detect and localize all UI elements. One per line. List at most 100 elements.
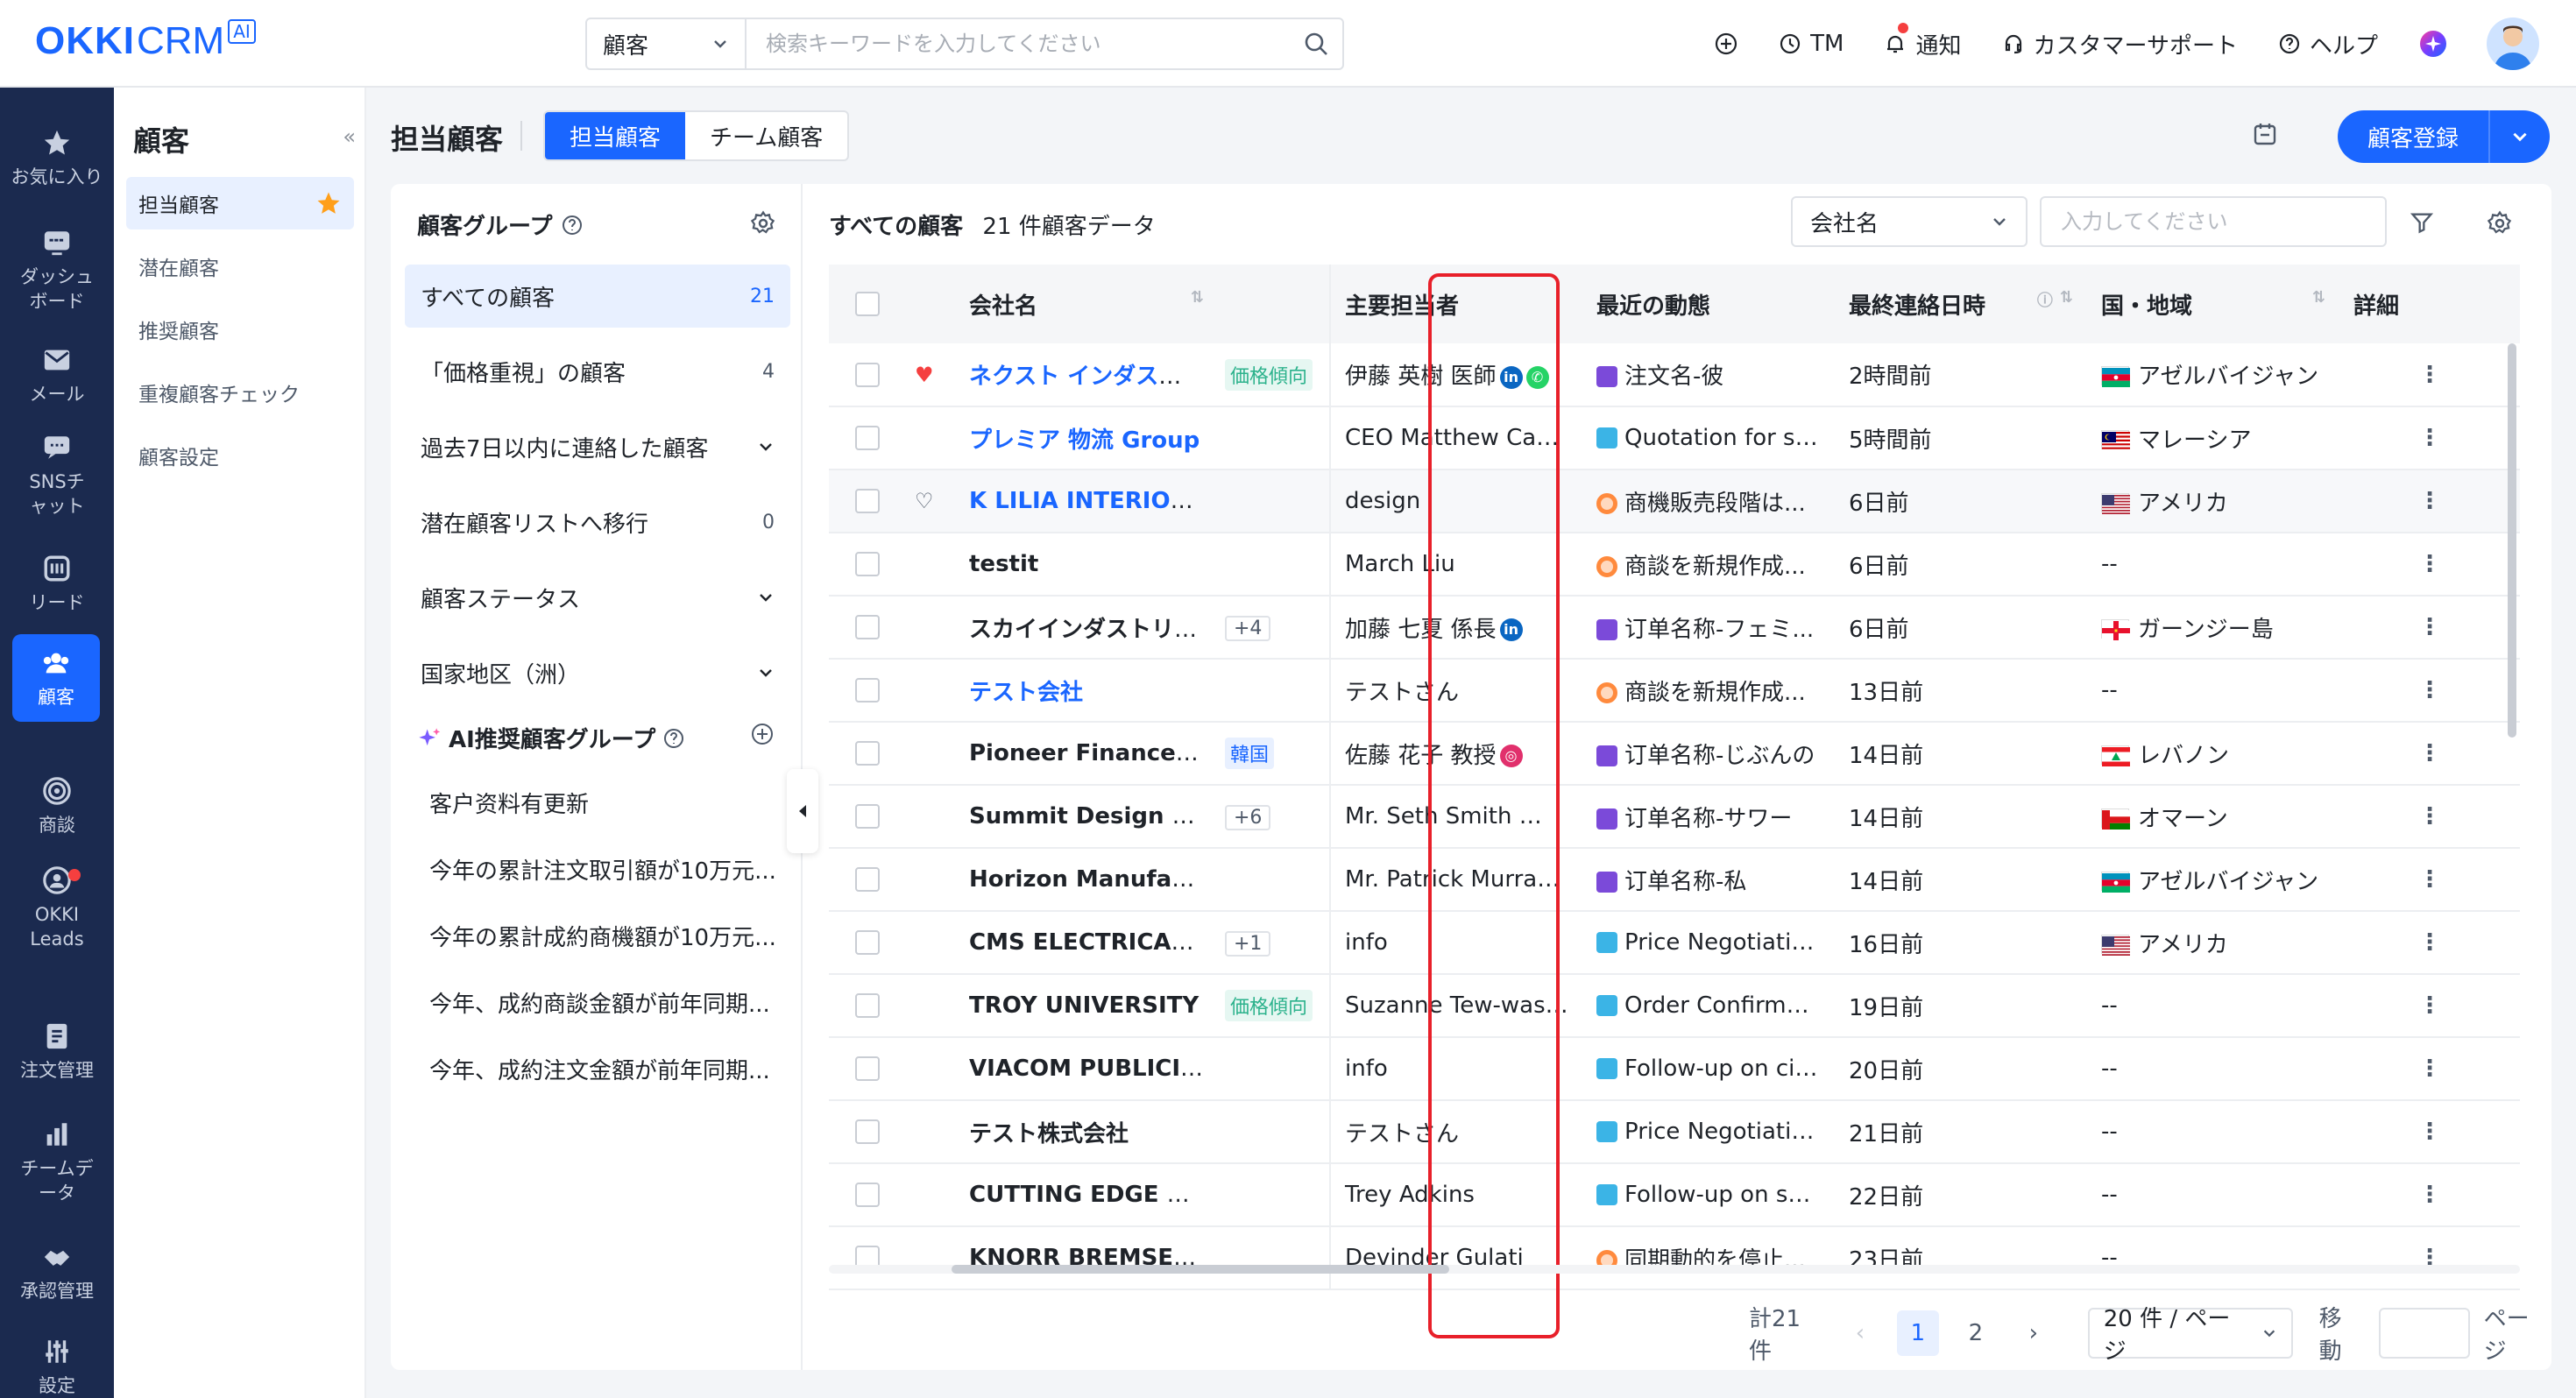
more-vertical-icon[interactable]: ⋮: [2418, 992, 2441, 1019]
nav-mail[interactable]: メール: [0, 343, 114, 406]
question-circle-icon[interactable]: [662, 727, 685, 750]
activity-cell[interactable]: 订单名称-私: [1582, 848, 1835, 912]
help-button[interactable]: ヘルプ: [2278, 28, 2378, 60]
group-price-focused[interactable]: 「価格重視」の顧客 4: [405, 340, 790, 403]
star-filled-icon[interactable]: [315, 190, 342, 216]
activity-cell[interactable]: 商談を新規作成...: [1582, 533, 1835, 597]
nav-customers[interactable]: 顧客: [12, 634, 100, 722]
row-checkbox[interactable]: [855, 1183, 880, 1207]
table-row[interactable]: ♥ネクスト インダストリーズ Inc.価格傾向伊藤 英樹 医師in✆注文名-彼2…: [829, 343, 2520, 407]
company-name[interactable]: TROY UNIVERSITY: [969, 992, 1199, 1019]
subnav-item-settings[interactable]: 顧客設定: [126, 429, 354, 482]
question-circle-icon[interactable]: [561, 214, 584, 237]
vertical-scrollbar[interactable]: [2508, 343, 2516, 738]
row-checkbox[interactable]: [855, 615, 880, 639]
more-vertical-icon[interactable]: ⋮: [2418, 551, 2441, 577]
company-cell[interactable]: テスト株式会社: [955, 1100, 1218, 1164]
nav-approvals[interactable]: 承認管理: [0, 1240, 114, 1303]
more-vertical-icon[interactable]: ⋮: [2418, 488, 2441, 514]
company-cell[interactable]: K LILIA INTERIOR DESIGN: [955, 470, 1218, 533]
row-checkbox[interactable]: [855, 552, 880, 576]
activity-cell[interactable]: 订单名称-じぶんの: [1582, 722, 1835, 786]
row-more-menu[interactable]: ⋮: [2339, 406, 2520, 470]
more-tags-badge[interactable]: +4: [1225, 615, 1271, 641]
nav-leads[interactable]: リード: [0, 552, 114, 615]
company-cell[interactable]: TROY UNIVERSITY: [955, 974, 1218, 1038]
horizontal-scrollbar[interactable]: [952, 1265, 1449, 1274]
row-checkbox[interactable]: [855, 993, 880, 1018]
add-button[interactable]: [1714, 32, 1738, 56]
subnav-item-duplicates[interactable]: 重複顧客チェック: [126, 366, 354, 419]
table-settings-gear-icon[interactable]: [2487, 210, 2513, 243]
search-type-select[interactable]: 顧客: [587, 19, 747, 68]
calendar-icon[interactable]: [2252, 121, 2278, 153]
activity-cell[interactable]: Order Confirmati...: [1582, 974, 1835, 1038]
table-row[interactable]: スカイインダストリーズグループ+4加藤 七夏 係長in订单名称-フェミ...6日…: [829, 596, 2520, 660]
table-row[interactable]: Summit Design LLC +6 Mr. Seth Smith +3 订单名称…: [829, 785, 2520, 849]
row-more-menu[interactable]: ⋮: [2339, 911, 2520, 975]
nav-sns-chat[interactable]: SNSチャット: [0, 431, 114, 519]
row-more-menu[interactable]: ⋮: [2339, 1163, 2520, 1227]
ai-group-item[interactable]: 今年、成約商談金額が前年同期...: [429, 986, 770, 1019]
group-customer-status[interactable]: 顧客ステータス: [405, 566, 790, 629]
user-avatar[interactable]: [2487, 18, 2539, 70]
company-cell[interactable]: テスト会社: [955, 659, 1218, 723]
more-vertical-icon[interactable]: ⋮: [2418, 740, 2441, 766]
search-input[interactable]: [747, 19, 1290, 68]
page-size-select[interactable]: 20 件 / ページ: [2087, 1306, 2293, 1365]
favorite-heart-filled-icon[interactable]: ♥: [915, 363, 934, 387]
table-row[interactable]: プレミア 物流 Group CEO Matthew Casti... Quotati…: [829, 406, 2520, 470]
table-row[interactable]: Pioneer Finance Inc. 韓国 佐藤 花子 教授 ◎ 订单名称-じぶんの…: [829, 722, 2520, 786]
sort-icon[interactable]: ⇅: [1191, 288, 1204, 307]
prev-page-icon[interactable]: ‹: [1839, 1310, 1881, 1356]
favorite-heart-icon[interactable]: ♡: [915, 489, 934, 513]
row-checkbox[interactable]: [855, 930, 880, 955]
company-name[interactable]: スカイインダストリーズグループ: [969, 617, 1218, 643]
more-vertical-icon[interactable]: ⋮: [2418, 803, 2441, 830]
jump-page-input[interactable]: [2378, 1308, 2470, 1359]
page-1[interactable]: 1: [1896, 1310, 1939, 1356]
company-cell[interactable]: ネクスト インダストリーズ Inc.: [955, 343, 1218, 407]
company-cell[interactable]: Summit Design LLC: [955, 785, 1218, 849]
row-more-menu[interactable]: ⋮: [2339, 533, 2520, 597]
table-row[interactable]: ♡ K LILIA INTERIOR DESIGN design 商機販売段階は...…: [829, 470, 2520, 533]
activity-cell[interactable]: Price Negotiatio...: [1582, 1100, 1835, 1164]
subnav-item-owned[interactable]: 担当顧客: [126, 177, 354, 229]
question-circle-icon[interactable]: ⓘ: [2037, 288, 2053, 311]
more-vertical-icon[interactable]: ⋮: [2418, 425, 2441, 451]
row-more-menu[interactable]: ⋮: [2339, 1100, 2520, 1164]
company-cell[interactable]: KNORR BREMSE SYSTEMS F...: [955, 1226, 1218, 1290]
company-cell[interactable]: Pioneer Finance Inc.: [955, 722, 1218, 786]
company-cell[interactable]: プレミア 物流 Group: [955, 406, 1218, 470]
company-cell[interactable]: Horizon Manufacturing Inc.: [955, 848, 1218, 912]
sort-icon[interactable]: ⇅: [2312, 288, 2325, 307]
activity-cell[interactable]: 订单名称-サワー: [1582, 785, 1835, 849]
table-row[interactable]: VIACOM PUBLICIDAD info Follow-up on cir...…: [829, 1037, 2520, 1101]
row-more-menu[interactable]: ⋮: [2339, 722, 2520, 786]
support-button[interactable]: カスタマーサポート: [2002, 28, 2238, 60]
company-cell[interactable]: スカイインダストリーズグループ: [955, 596, 1218, 660]
row-checkbox[interactable]: [855, 678, 880, 703]
group-move-to-potential[interactable]: 潜在顧客リストへ移行 0: [405, 491, 790, 554]
activity-cell[interactable]: Price Negotiatio...: [1582, 911, 1835, 975]
company-name[interactable]: ネクスト インダストリーズ Inc.: [969, 364, 1218, 390]
register-customer-button[interactable]: 顧客登録: [2338, 110, 2550, 163]
subnav-item-potential[interactable]: 潜在顧客: [126, 240, 354, 293]
row-checkbox[interactable]: [855, 426, 880, 450]
nav-dashboard[interactable]: ダッシュボード: [0, 226, 114, 314]
activity-cell[interactable]: Quotation for se...: [1582, 406, 1835, 470]
row-checkbox[interactable]: [855, 867, 880, 892]
column-header-last-contact[interactable]: 最終連絡日時 ⇅ ⓘ: [1835, 265, 2087, 343]
activity-cell[interactable]: 注文名-彼: [1582, 343, 1835, 407]
company-name[interactable]: Pioneer Finance Inc.: [969, 740, 1218, 766]
more-vertical-icon[interactable]: ⋮: [2418, 1119, 2441, 1145]
table-row[interactable]: Horizon Manufacturing Inc.Mr. Patrick Mu…: [829, 848, 2520, 912]
activity-cell[interactable]: Follow-up on se...: [1582, 1163, 1835, 1227]
company-name[interactable]: テスト会社: [969, 680, 1083, 706]
gear-icon[interactable]: [750, 210, 776, 243]
row-more-menu[interactable]: ⋮: [2339, 470, 2520, 533]
row-more-menu[interactable]: ⋮: [2339, 785, 2520, 849]
search-icon[interactable]: [1290, 31, 1342, 57]
filter-value-input[interactable]: [2040, 196, 2387, 247]
activity-cell[interactable]: Follow-up on cir...: [1582, 1037, 1835, 1101]
